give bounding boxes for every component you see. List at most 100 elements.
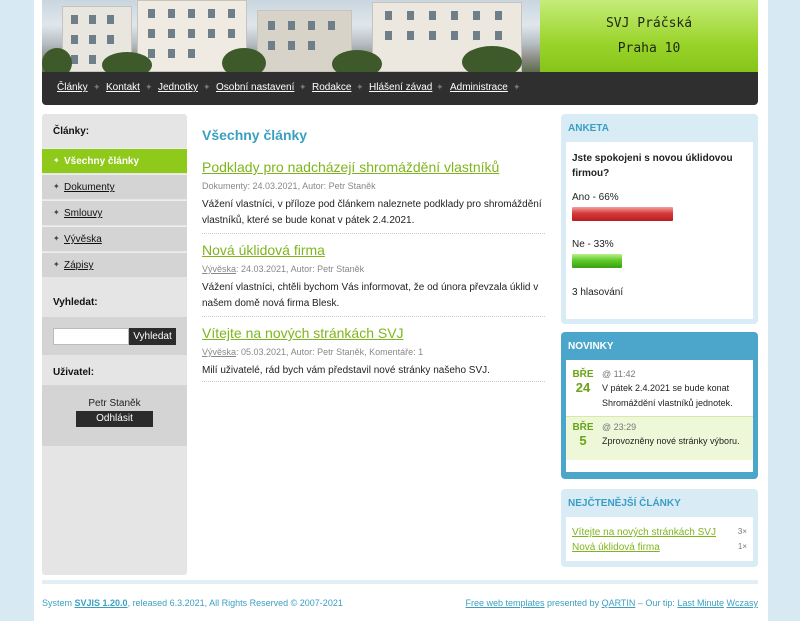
bullet-arrow-icon: ✦	[53, 234, 60, 243]
nav-separator: ✦	[93, 82, 101, 92]
footer-qartin-link[interactable]: QARTIN	[602, 598, 636, 608]
news-text: V pátek 2.4.2021 se bude konat Shromáždě…	[602, 383, 733, 408]
sidebar-item-label: Dokumenty	[64, 182, 115, 193]
footer-templates-link[interactable]: Free web templates	[465, 598, 544, 608]
nav-jednotky[interactable]: Jednotky	[158, 82, 198, 93]
popular-article-count: 1×	[737, 542, 747, 551]
page-title: Všechny články	[202, 127, 308, 143]
poll-bar-yes	[572, 207, 673, 221]
article-item: Vítejte na nových stránkách SVJ Vývěska:…	[202, 325, 545, 382]
nav-redakce[interactable]: Rodakce	[312, 82, 351, 93]
popular-article-link[interactable]: Vítejte na nových stránkách SVJ	[572, 527, 716, 538]
nav-separator: ✦	[299, 82, 307, 92]
search-box: Vyhledat	[42, 317, 187, 355]
sidebar-item-vyveska[interactable]: ✦ Vývěska	[42, 226, 187, 251]
search-input[interactable]	[53, 328, 129, 345]
news-heading: NOVINKY	[568, 341, 614, 352]
sidebar-item-zapisy[interactable]: ✦ Zápisy	[42, 252, 187, 277]
footer-credits: Free web templates presented by QARTIN –…	[465, 598, 758, 608]
nav-osobni-nastaveni[interactable]: Osobní nastavení	[216, 82, 294, 93]
news-time: @ 11:42	[602, 369, 636, 379]
article-excerpt: Vážení vlastníci, v příloze pod článkem …	[202, 199, 542, 226]
sidebar-item-label: Vývěska	[64, 234, 102, 245]
poll-option-label: Ano - 66%	[572, 192, 619, 203]
site-subtitle: Praha 10	[617, 41, 681, 56]
news-day: 5	[579, 433, 587, 448]
footer-text: System	[42, 598, 75, 608]
footer-divider	[42, 580, 758, 584]
article-item: Nová úklidová firma Vývěska: 24.03.2021,…	[202, 242, 545, 317]
article-meta-text: : 05.03.2021, Autor: Petr Staněk, Koment…	[236, 347, 424, 357]
footer-version-link[interactable]: SVJIS 1.20.0	[75, 598, 128, 608]
article-title-link[interactable]: Podklady pro nadcházejí shromáždění vlas…	[202, 159, 499, 175]
nav-administrace[interactable]: Administrace	[450, 82, 508, 93]
sidebar-item-smlouvy[interactable]: ✦ Smlouvy	[42, 200, 187, 225]
bullet-arrow-icon: ✦	[53, 182, 60, 191]
footer-text: presented by	[544, 598, 602, 608]
nav-separator: ✦	[436, 82, 444, 92]
user-name: Petr Staněk	[88, 398, 141, 409]
search-button[interactable]: Vyhledat	[129, 328, 176, 345]
news-time: @ 23:29	[602, 422, 637, 432]
site-title: SVJ Práčská	[605, 16, 693, 31]
poll-body: Jste spokojeni s novou úklidovou firmou?…	[566, 142, 753, 319]
nav-separator: ✦	[356, 82, 364, 92]
nav-separator: ✦	[513, 82, 521, 92]
poll-option-label: Ne - 33%	[572, 239, 614, 250]
bullet-arrow-icon: ✦	[53, 208, 60, 217]
poll-bar-no	[572, 254, 622, 268]
popular-heading: NEJČTENĚJŠÍ ČLÁNKY	[568, 498, 681, 509]
news-weekday: BŘE	[572, 369, 594, 380]
article-excerpt: Vážení vlastníci, chtěli bychom Vás info…	[202, 282, 539, 309]
news-item: BŘE 24 @ 11:42 V pátek 2.4.2021 se bude …	[566, 364, 753, 412]
nav-clanky[interactable]: Články	[57, 82, 88, 93]
site-title-box: SVJ Práčská Praha 10	[540, 0, 758, 72]
bullet-arrow-icon: ✦	[53, 260, 60, 269]
footer-lastminute-link[interactable]: Last Minute	[677, 598, 724, 608]
popular-list: Vítejte na nových stránkách SVJ 3× Nová …	[566, 517, 753, 561]
nav-hlaseni-zavad[interactable]: Hlášení závad	[369, 82, 432, 93]
footer-copyright: System SVJIS 1.20.0, released 6.3.2021, …	[42, 598, 343, 608]
nav-separator: ✦	[203, 82, 211, 92]
article-meta: Vývěska: 05.03.2021, Autor: Petr Staněk,…	[202, 347, 423, 357]
popular-panel: NEJČTENĚJŠÍ ČLÁNKY Vítejte na nových str…	[561, 489, 758, 567]
main-nav: Články ✦ Kontakt ✦ Jednotky ✦ Osobní nas…	[42, 72, 758, 105]
footer-text: – Our tip:	[635, 598, 678, 608]
nav-separator: ✦	[145, 82, 153, 92]
article-meta: Vývěska: 24.03.2021, Autor: Petr Staněk	[202, 264, 364, 274]
poll-question: Jste spokojeni s novou úklidovou firmou?	[572, 153, 733, 179]
article-category-link[interactable]: Vývěska	[202, 347, 236, 357]
user-box: Petr Staněk Odhlásit	[42, 385, 187, 446]
sidebar-item-vsechny-clanky[interactable]: ✦ Všechny články	[42, 148, 187, 173]
footer-text: , released 6.3.2021, All Rights Reserved…	[127, 598, 343, 608]
logout-button[interactable]: Odhlásit	[76, 411, 153, 427]
article-excerpt: Milí uživatelé, rád bych vám představil …	[202, 365, 490, 376]
news-day: 24	[575, 380, 591, 395]
article-title-link[interactable]: Vítejte na nových stránkách SVJ	[202, 325, 404, 341]
left-sidebar: Články: ✦ Všechny články ✦ Dokumenty ✦ S…	[42, 114, 187, 575]
popular-article-count: 3×	[737, 527, 747, 536]
popular-article-link[interactable]: Nová úklidová firma	[572, 542, 660, 553]
article-meta: Dokumenty: 24.03.2021, Autor: Petr Staně…	[202, 181, 376, 191]
nav-kontakt[interactable]: Kontakt	[106, 82, 140, 93]
sidebar-item-label: Všechny články	[64, 156, 140, 167]
article-category-link[interactable]: Vývěska	[202, 264, 236, 274]
poll-panel: ANKETA Jste spokojeni s novou úklidovou …	[561, 114, 758, 324]
header-photo	[42, 0, 540, 72]
news-weekday: BŘE	[572, 422, 594, 433]
sidebar-item-label: Zápisy	[64, 260, 94, 271]
news-panel: NOVINKY BŘE 24 @ 11:42 V pátek 2.4.2021 …	[561, 332, 758, 479]
sidebar-item-dokumenty[interactable]: ✦ Dokumenty	[42, 174, 187, 199]
article-item: Podklady pro nadcházejí shromáždění vlas…	[202, 159, 545, 234]
news-item: BŘE 5 @ 23:29 Zprovozněny nové stránky v…	[566, 416, 753, 460]
user-heading: Uživatel:	[53, 367, 95, 378]
articles-heading: Články:	[53, 126, 90, 137]
news-list: BŘE 24 @ 11:42 V pátek 2.4.2021 se bude …	[566, 360, 753, 472]
sidebar-item-label: Smlouvy	[64, 208, 103, 219]
footer-wczasy-link[interactable]: Wczasy	[727, 598, 759, 608]
bullet-arrow-icon: ✦	[53, 156, 60, 165]
news-text: Zprovozněny nové stránky výboru.	[602, 436, 740, 446]
article-meta-text: : 24.03.2021, Autor: Petr Staněk	[236, 264, 365, 274]
article-title-link[interactable]: Nová úklidová firma	[202, 242, 325, 258]
search-heading: Vyhledat:	[53, 297, 98, 308]
